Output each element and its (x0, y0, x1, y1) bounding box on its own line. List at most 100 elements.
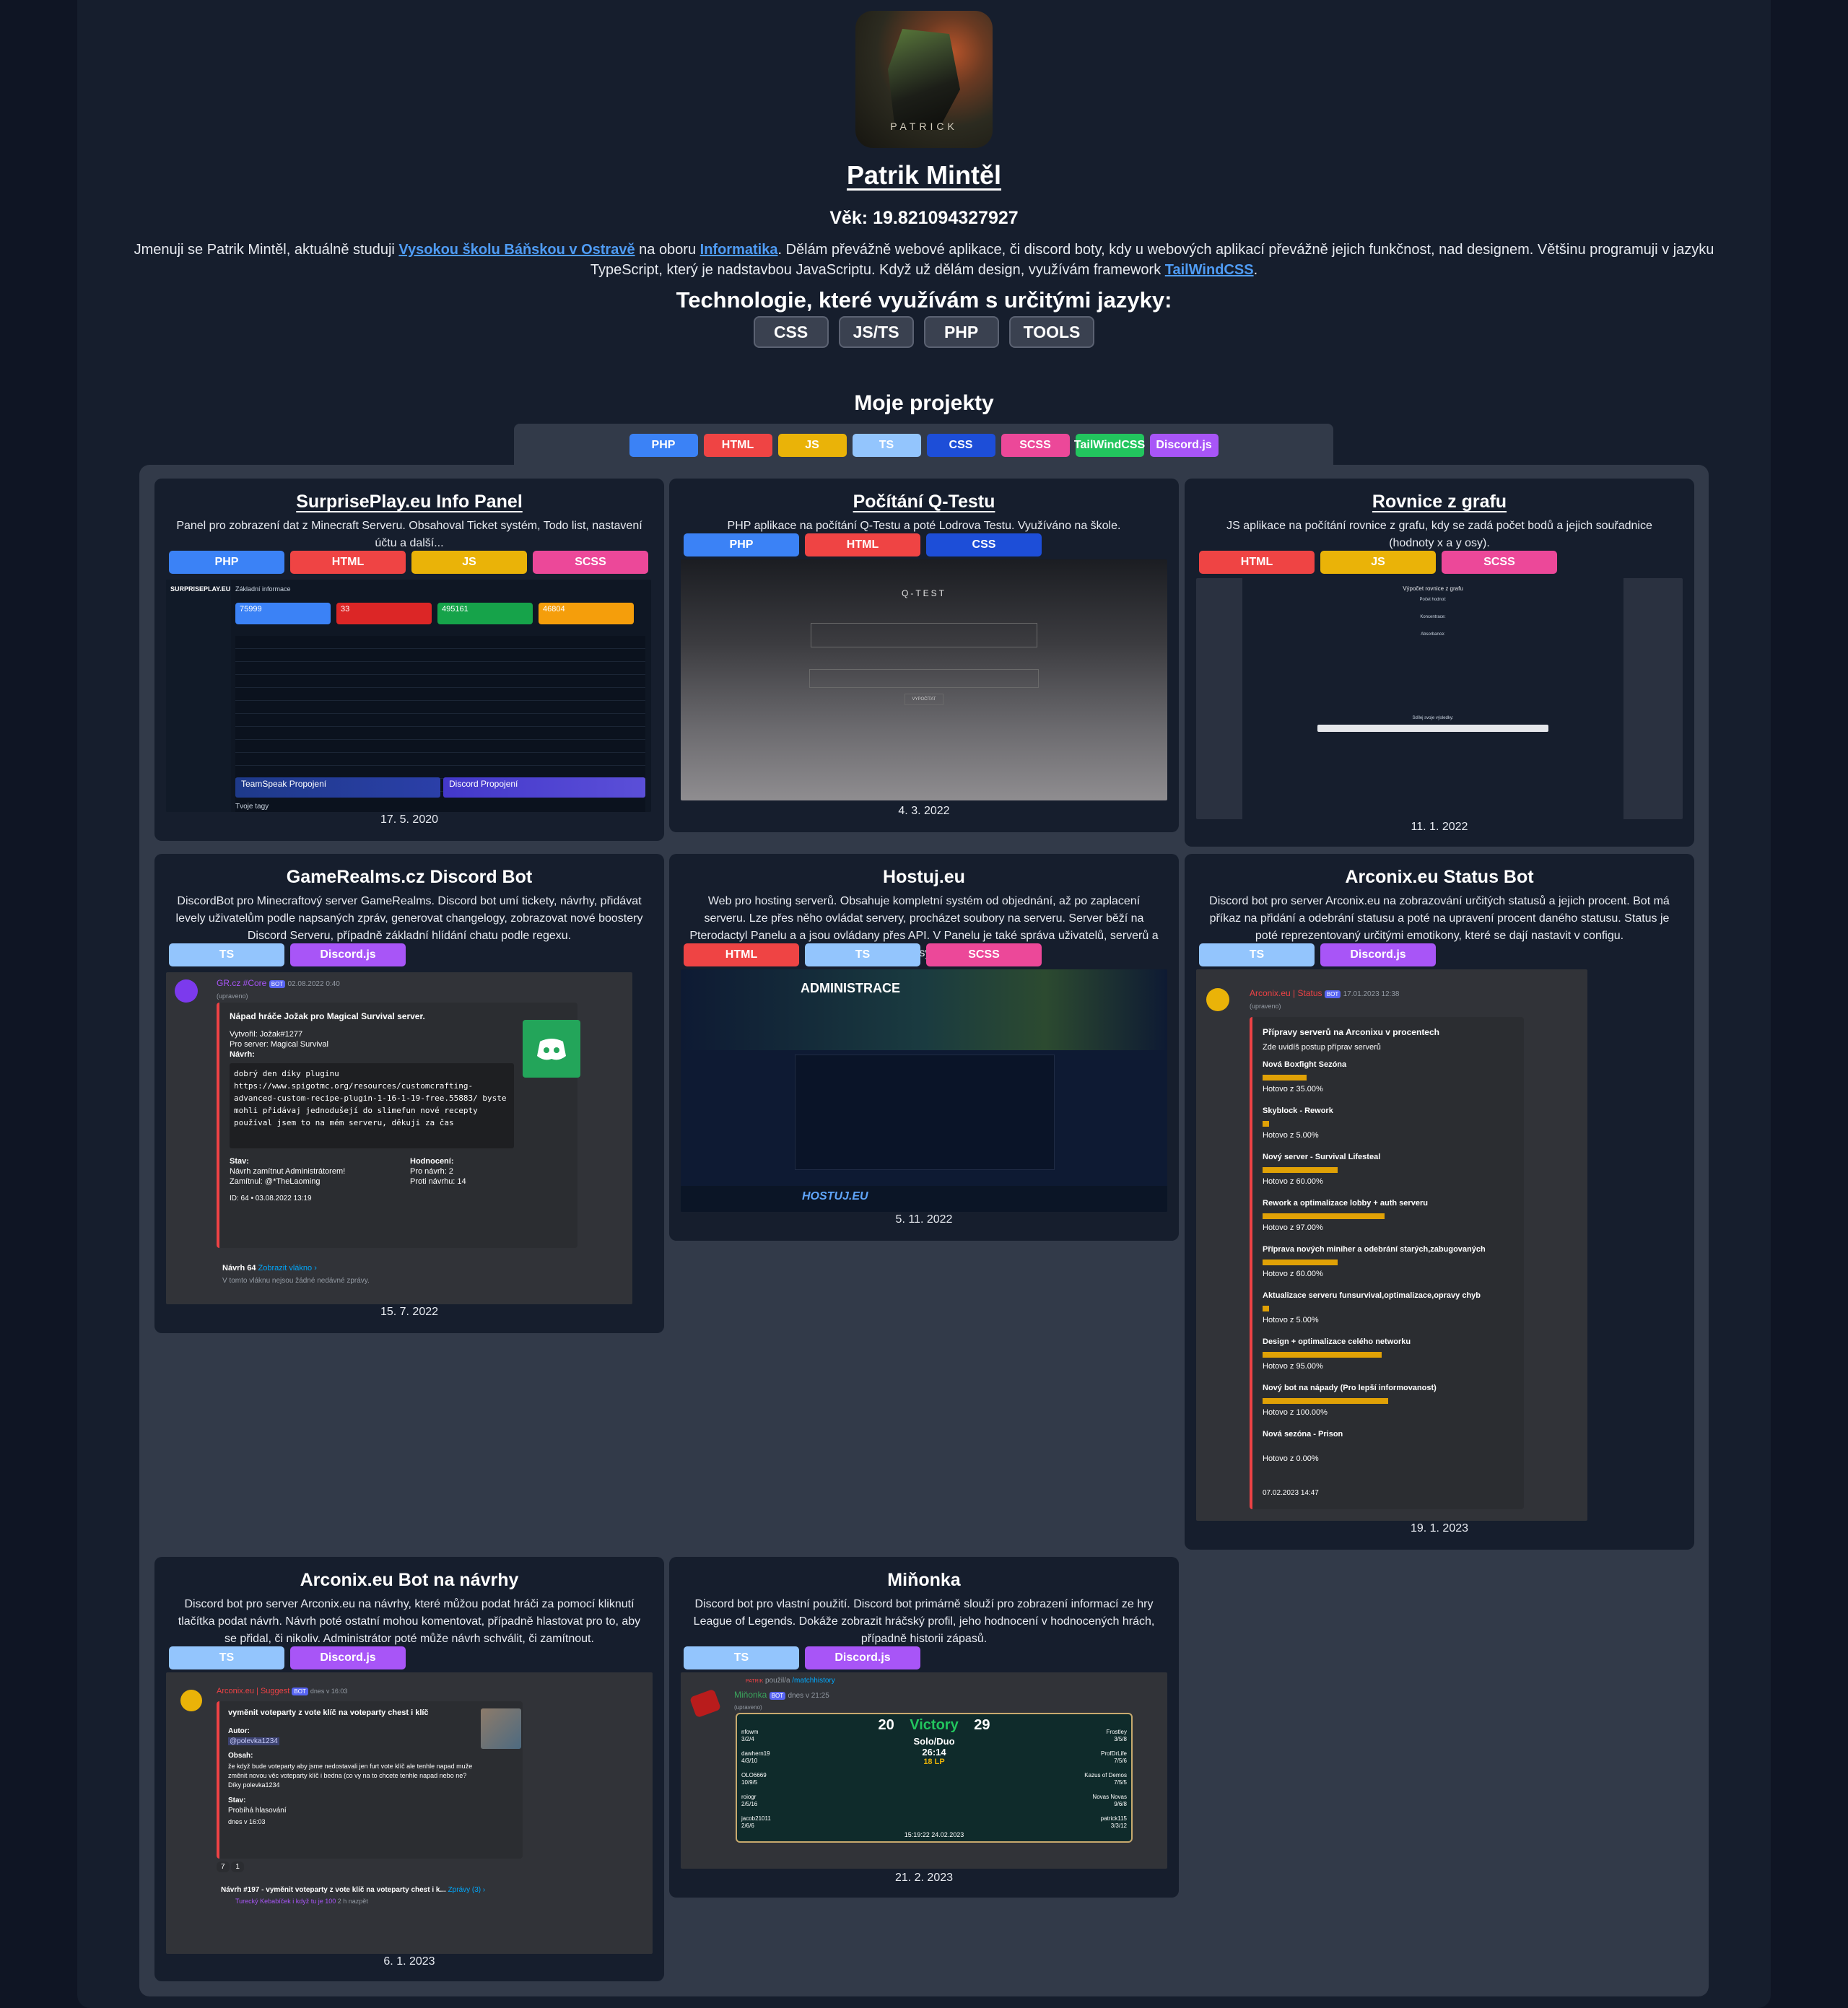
player-kda: 7/5/6 (1114, 1758, 1127, 1764)
embed-field: Vytvořil: Jožak#1277 (230, 1030, 303, 1039)
message-edited: (upraveno) (1250, 1003, 1281, 1010)
filter-css[interactable]: CSS (926, 434, 995, 457)
project-card-minonka[interactable]: Miňonka Discord bot pro vlastní použití.… (669, 1557, 1179, 1898)
player-name: OLO6669 (741, 1772, 767, 1778)
command-usage: PATRIK použil/a /matchhistory (746, 1677, 835, 1685)
embed-code: dobrý den díky pluginu https://www.spigo… (230, 1063, 514, 1148)
tag-html: HTML (805, 533, 920, 556)
status-item-name: Nová sezóna - Prison (1263, 1430, 1343, 1439)
vsb-link[interactable]: Vysokou školu Báňskou v Ostravě (398, 242, 635, 258)
status-item-progress: Hotovo z 97.00% (1263, 1223, 1323, 1232)
tech-button-js-ts[interactable]: JS/TS (838, 316, 914, 348)
tech-button-php[interactable]: PHP (923, 316, 999, 348)
project-card-gamerealms[interactable]: GameRealms.cz Discord Bot DiscordBot pro… (154, 854, 664, 1333)
embed-field: Probíhá hlasování (228, 1807, 287, 1815)
match-result: Victory (910, 1717, 959, 1733)
status-item-name: Nová Boxfight Sezóna (1263, 1060, 1347, 1069)
screenshot-label: Počet hodnot: (1419, 598, 1447, 602)
bot-avatar (689, 1688, 722, 1719)
informatika-link[interactable]: Informatika (700, 242, 778, 258)
screenshot-footer: Tvoje tagy (235, 803, 269, 811)
status-item-name: Skyblock - Rework (1263, 1106, 1333, 1115)
card-date: 6. 1. 2023 (383, 1955, 435, 1968)
card-title: Miňonka (887, 1570, 961, 1590)
status-progress-bar (1263, 1306, 1269, 1311)
card-description: DiscordBot pro Minecraftový server GameR… (175, 895, 643, 942)
thread-preview: Návrh #197 - vyměnit voteparty z vote kl… (221, 1886, 485, 1894)
profile-age: Věk: 19.821094327927 (829, 208, 1019, 228)
filter-ts[interactable]: TS (852, 434, 921, 457)
projects-title: Moje projekty (854, 391, 994, 415)
thread-empty: V tomto vláknu nejsou žádné nedávné zprá… (222, 1277, 370, 1285)
status-item-progress: Hotovo z 5.00% (1263, 1316, 1319, 1324)
player-row: roiogr 2/5/16 (741, 1791, 857, 1812)
message-time: dnes v 21:25 (788, 1692, 829, 1700)
project-card-qtest[interactable]: Počítání Q-Testu PHP aplikace na počítán… (669, 479, 1179, 832)
project-card-hostuj[interactable]: Hostuj.eu Web pro hosting serverů. Obsah… (669, 854, 1179, 1241)
filter-scss[interactable]: SCSS (1001, 434, 1070, 457)
tech-button-tools[interactable]: TOOLS (1008, 316, 1095, 348)
card-description: Panel pro zobrazení dat z Minecraft Serv… (176, 520, 642, 549)
message-header: Arconix.eu | Status BOT 17.01.2023 12:38 (1250, 988, 1400, 998)
thread-reply-time: 2 h nazpět (337, 1898, 368, 1905)
player-name: jacob21011 (741, 1815, 771, 1822)
card-tags: HTML TS SCSS (684, 943, 1042, 966)
tag-php: PHP (169, 551, 284, 574)
tech-button-css[interactable]: CSS (753, 316, 829, 348)
reaction-down[interactable]: 1 (231, 1861, 244, 1872)
discord-icon (523, 1020, 580, 1078)
stat-card: 75999 (235, 603, 331, 624)
embed-field: Autor: (228, 1727, 250, 1735)
command-name[interactable]: /matchhistory (792, 1677, 834, 1685)
status-progress-bar (1263, 1398, 1388, 1404)
status-item-progress: Hotovo z 95.00% (1263, 1362, 1323, 1371)
status-item-progress: Hotovo z 35.00% (1263, 1085, 1323, 1094)
bot-badge: BOT (769, 1692, 786, 1700)
reactions: 7 1 (217, 1861, 244, 1872)
bot-avatar (1206, 988, 1229, 1011)
message-header: GR.cz #Core BOT 02.08.2022 0:40 (217, 978, 340, 988)
project-card-arconix-status[interactable]: Arconix.eu Status Bot Discord bot pro se… (1185, 854, 1694, 1550)
card-date: 11. 1. 2022 (1411, 821, 1468, 833)
tag-ts: TS (805, 943, 920, 966)
screenshot-textbox (811, 623, 1037, 647)
player-row: Novas Novas 9/6/8 (1011, 1791, 1127, 1812)
filter-discordjs[interactable]: Discord.js (1149, 434, 1219, 457)
thread-link[interactable]: Zprávy (3) › (448, 1886, 486, 1894)
player-kda: 9/6/8 (1114, 1801, 1127, 1807)
status-item-name: Nový server - Survival Lifesteal (1263, 1153, 1381, 1161)
project-card-rovnice[interactable]: Rovnice z grafu JS aplikace na počítání … (1185, 479, 1694, 847)
embed-field: Stav: (228, 1797, 246, 1804)
message-edited: (upraveno) (217, 992, 248, 1000)
reaction-up[interactable]: 7 (217, 1861, 230, 1872)
message-time: 02.08.2022 0:40 (287, 980, 340, 988)
player-kda: 3/2/4 (741, 1736, 754, 1742)
thread-name: Návrh 64 (222, 1264, 256, 1273)
tech-buttons: CSS JS/TS PHP TOOLS (0, 316, 1848, 348)
screenshot-panel (795, 1055, 1055, 1170)
card-description: Discord bot pro server Arconix.eu na náv… (178, 1598, 641, 1645)
bot-badge: BOT (269, 980, 286, 988)
thread-link[interactable]: Zobrazit vlákno › (258, 1264, 317, 1273)
player-row: OLO6669 10/9/5 (741, 1769, 857, 1791)
embed-field: Stav: (230, 1157, 249, 1166)
tailwindcss-link[interactable]: TailWindCSS (1165, 262, 1254, 278)
project-card-surpriseplay[interactable]: SurprisePlay.eu Info Panel Panel pro zob… (154, 479, 664, 841)
filter-html[interactable]: HTML (703, 434, 772, 457)
screenshot-label: Absorbance: (1421, 632, 1445, 637)
filter-js[interactable]: JS (777, 434, 847, 457)
status-progress-bar (1263, 1121, 1269, 1127)
project-screenshot: ADMINISTRACE HOSTUJ.EU (681, 969, 1167, 1212)
tag-ts: TS (684, 1646, 799, 1669)
filter-php[interactable]: PHP (629, 434, 698, 457)
project-card-arconix-navrhy[interactable]: Arconix.eu Bot na návrhy Discord bot pro… (154, 1557, 664, 1981)
tag-js: JS (1320, 551, 1436, 574)
player-name: ProfDrLife (1100, 1750, 1127, 1757)
screenshot-section: Základní informace (235, 585, 291, 593)
tag-html: HTML (290, 551, 406, 574)
filter-tailwindcss[interactable]: TailWindCSS (1074, 434, 1145, 457)
tag-discordjs: Discord.js (290, 943, 406, 966)
card-description: Discord bot pro vlastní použití. Discord… (693, 1598, 1155, 1645)
embed-mention[interactable]: @polevka1234 (228, 1737, 279, 1745)
card-title: Počítání Q-Testu (853, 492, 995, 512)
